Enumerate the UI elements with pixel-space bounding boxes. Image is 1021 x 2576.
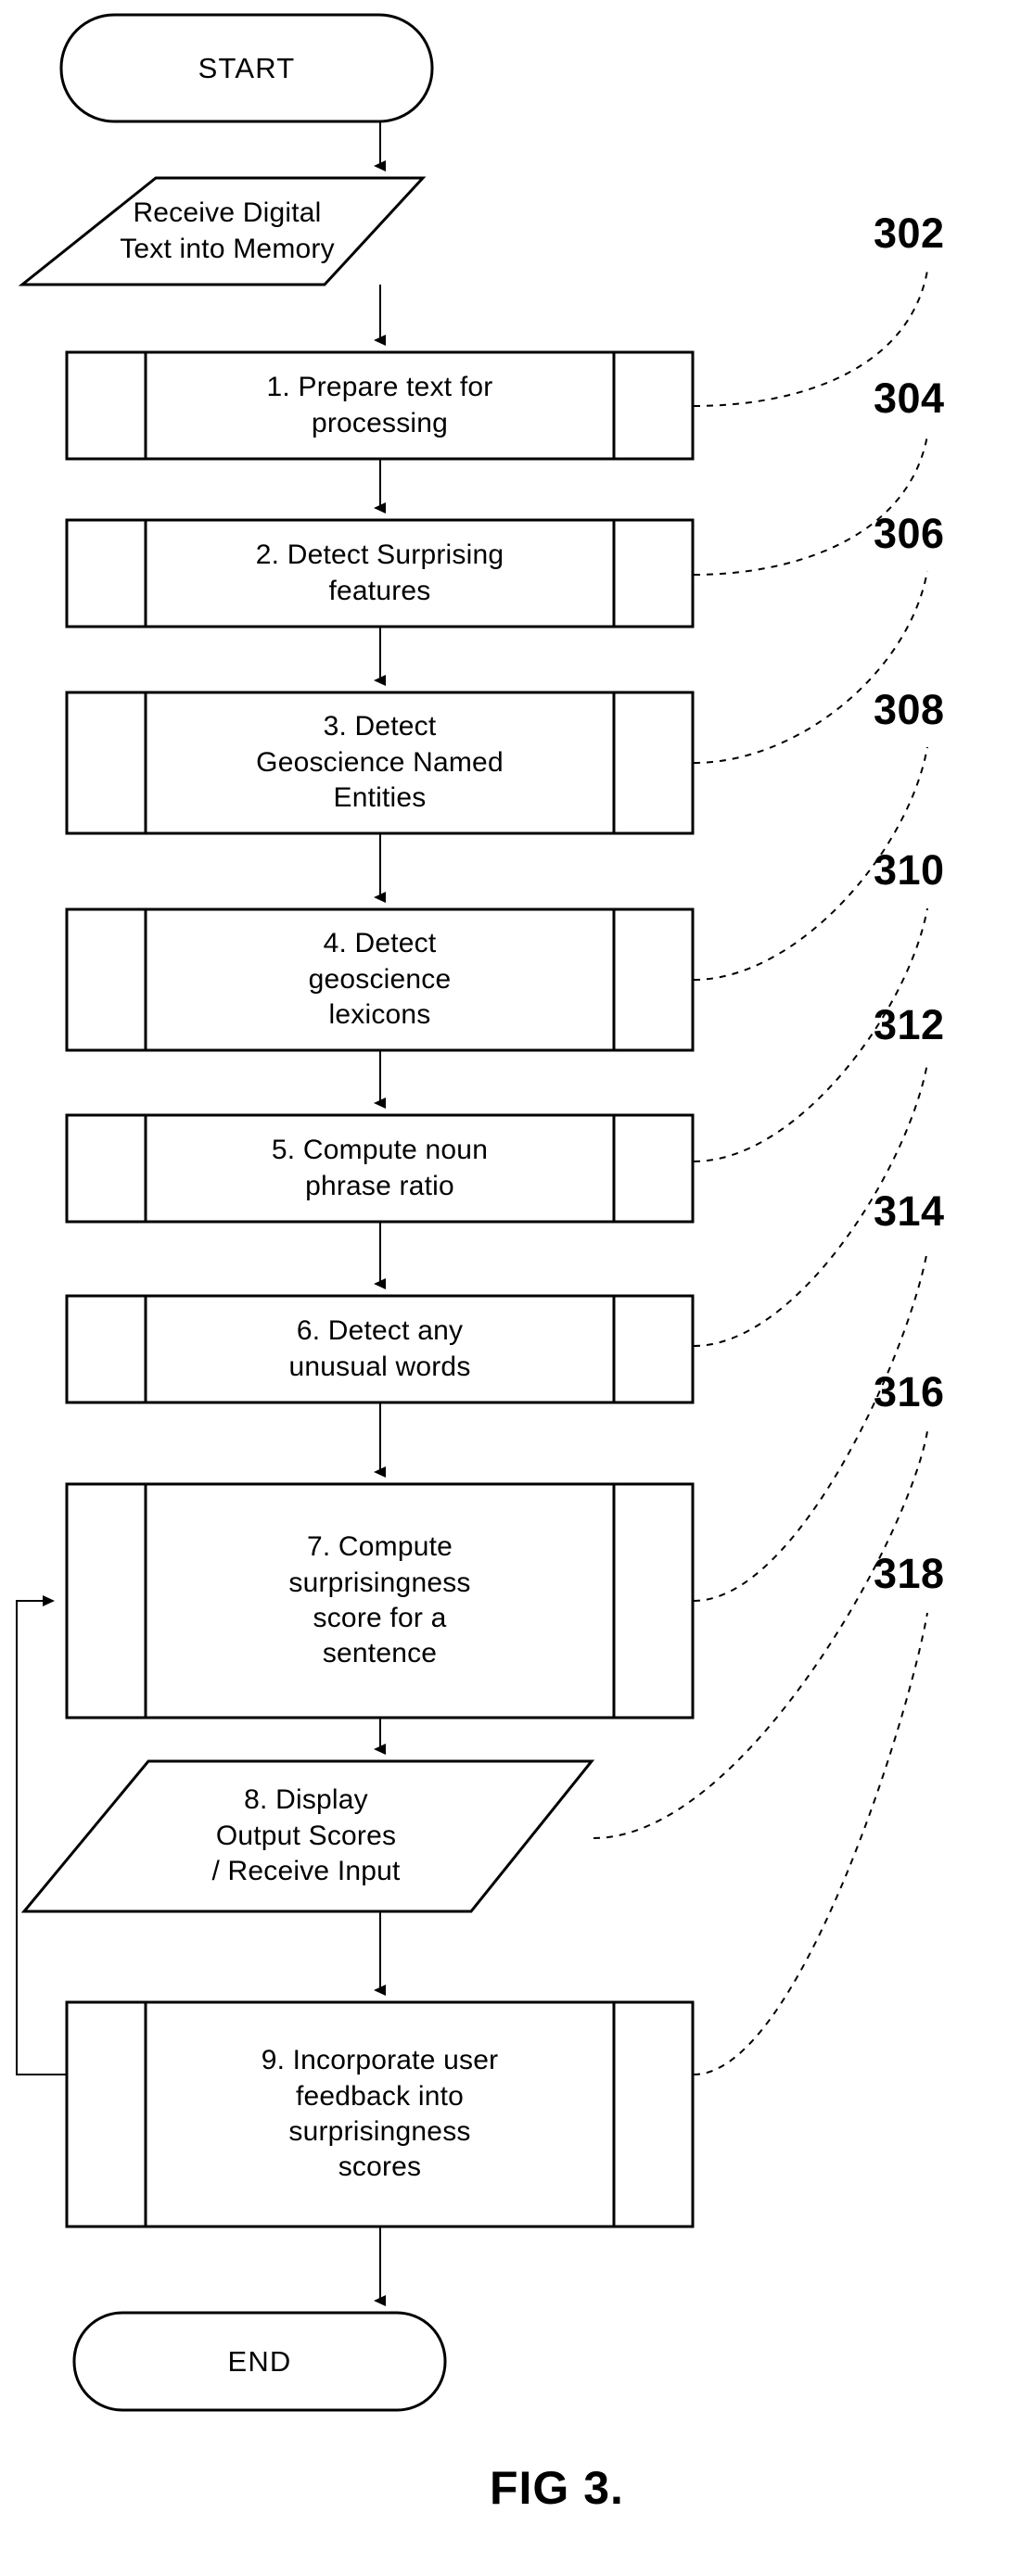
- connector-feedback-loop: [16, 1595, 67, 2075]
- figure-caption: FIG 3.: [490, 2462, 624, 2514]
- reference-numeral-318: 318: [874, 1550, 945, 1597]
- node-step-4-shape: [65, 907, 695, 1052]
- node-step-8-shape: [20, 1759, 595, 1913]
- node-step-5-shape: [65, 1113, 695, 1224]
- node-start-shape: [59, 13, 434, 123]
- reference-numeral-308: 308: [874, 686, 945, 733]
- node-receive-digital-text-shape: [18, 176, 427, 286]
- reference-numeral-312: 312: [874, 1001, 945, 1048]
- figure-page: START Receive Digital Text into Memory 1…: [0, 0, 1021, 2576]
- leader-line-314: [693, 1250, 928, 1602]
- reference-numeral-316: 316: [874, 1368, 945, 1415]
- node-step-9-shape: [65, 2000, 695, 2228]
- node-step-6-shape: [65, 1294, 695, 1404]
- leader-line-318: [693, 1612, 928, 2075]
- node-step-1-shape: [65, 350, 695, 461]
- reference-numeral-306: 306: [874, 510, 945, 557]
- reference-numeral-310: 310: [874, 846, 945, 894]
- flowchart-canvas: [16, 13, 928, 2412]
- reference-numeral-304: 304: [874, 374, 945, 422]
- reference-numeral-302: 302: [874, 209, 945, 257]
- reference-numeral-314: 314: [874, 1187, 945, 1235]
- node-step-3-shape: [65, 691, 695, 835]
- node-step-7-shape: [65, 1482, 695, 1719]
- node-end-shape: [72, 2311, 447, 2412]
- node-step-2-shape: [65, 518, 695, 628]
